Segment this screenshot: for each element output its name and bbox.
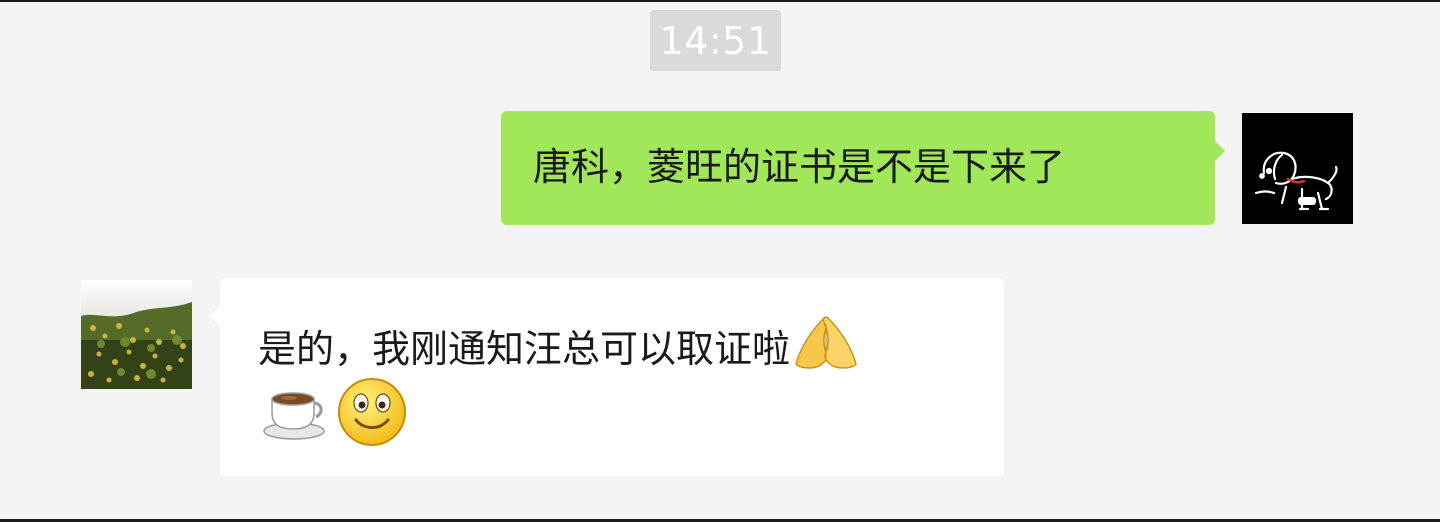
nature-photo-avatar	[81, 280, 192, 389]
coffee-cup-icon	[262, 383, 330, 445]
pray-hands-icon	[790, 312, 862, 385]
message-timestamp: 14:51	[650, 10, 781, 71]
outgoing-message-bubble[interactable]: 唐科，菱旺的证书是不是下来了	[501, 111, 1225, 225]
dog-avatar-icon	[1242, 113, 1353, 224]
incoming-message-bubble[interactable]: 是的，我刚通知汪总可以取证啦	[210, 278, 1004, 477]
incoming-message-text: 是的，我刚通知汪总可以取证啦	[258, 326, 791, 371]
outgoing-message-text: 唐科，菱旺的证书是不是下来了	[533, 145, 1066, 189]
window-top-border	[0, 0, 1440, 2]
incoming-message-line1: 是的，我刚通知汪总可以取证啦	[258, 312, 862, 385]
incoming-message-line2	[262, 376, 408, 452]
smile-face-icon	[336, 376, 408, 452]
self-avatar[interactable]	[1242, 113, 1353, 224]
contact-avatar[interactable]	[81, 280, 192, 389]
